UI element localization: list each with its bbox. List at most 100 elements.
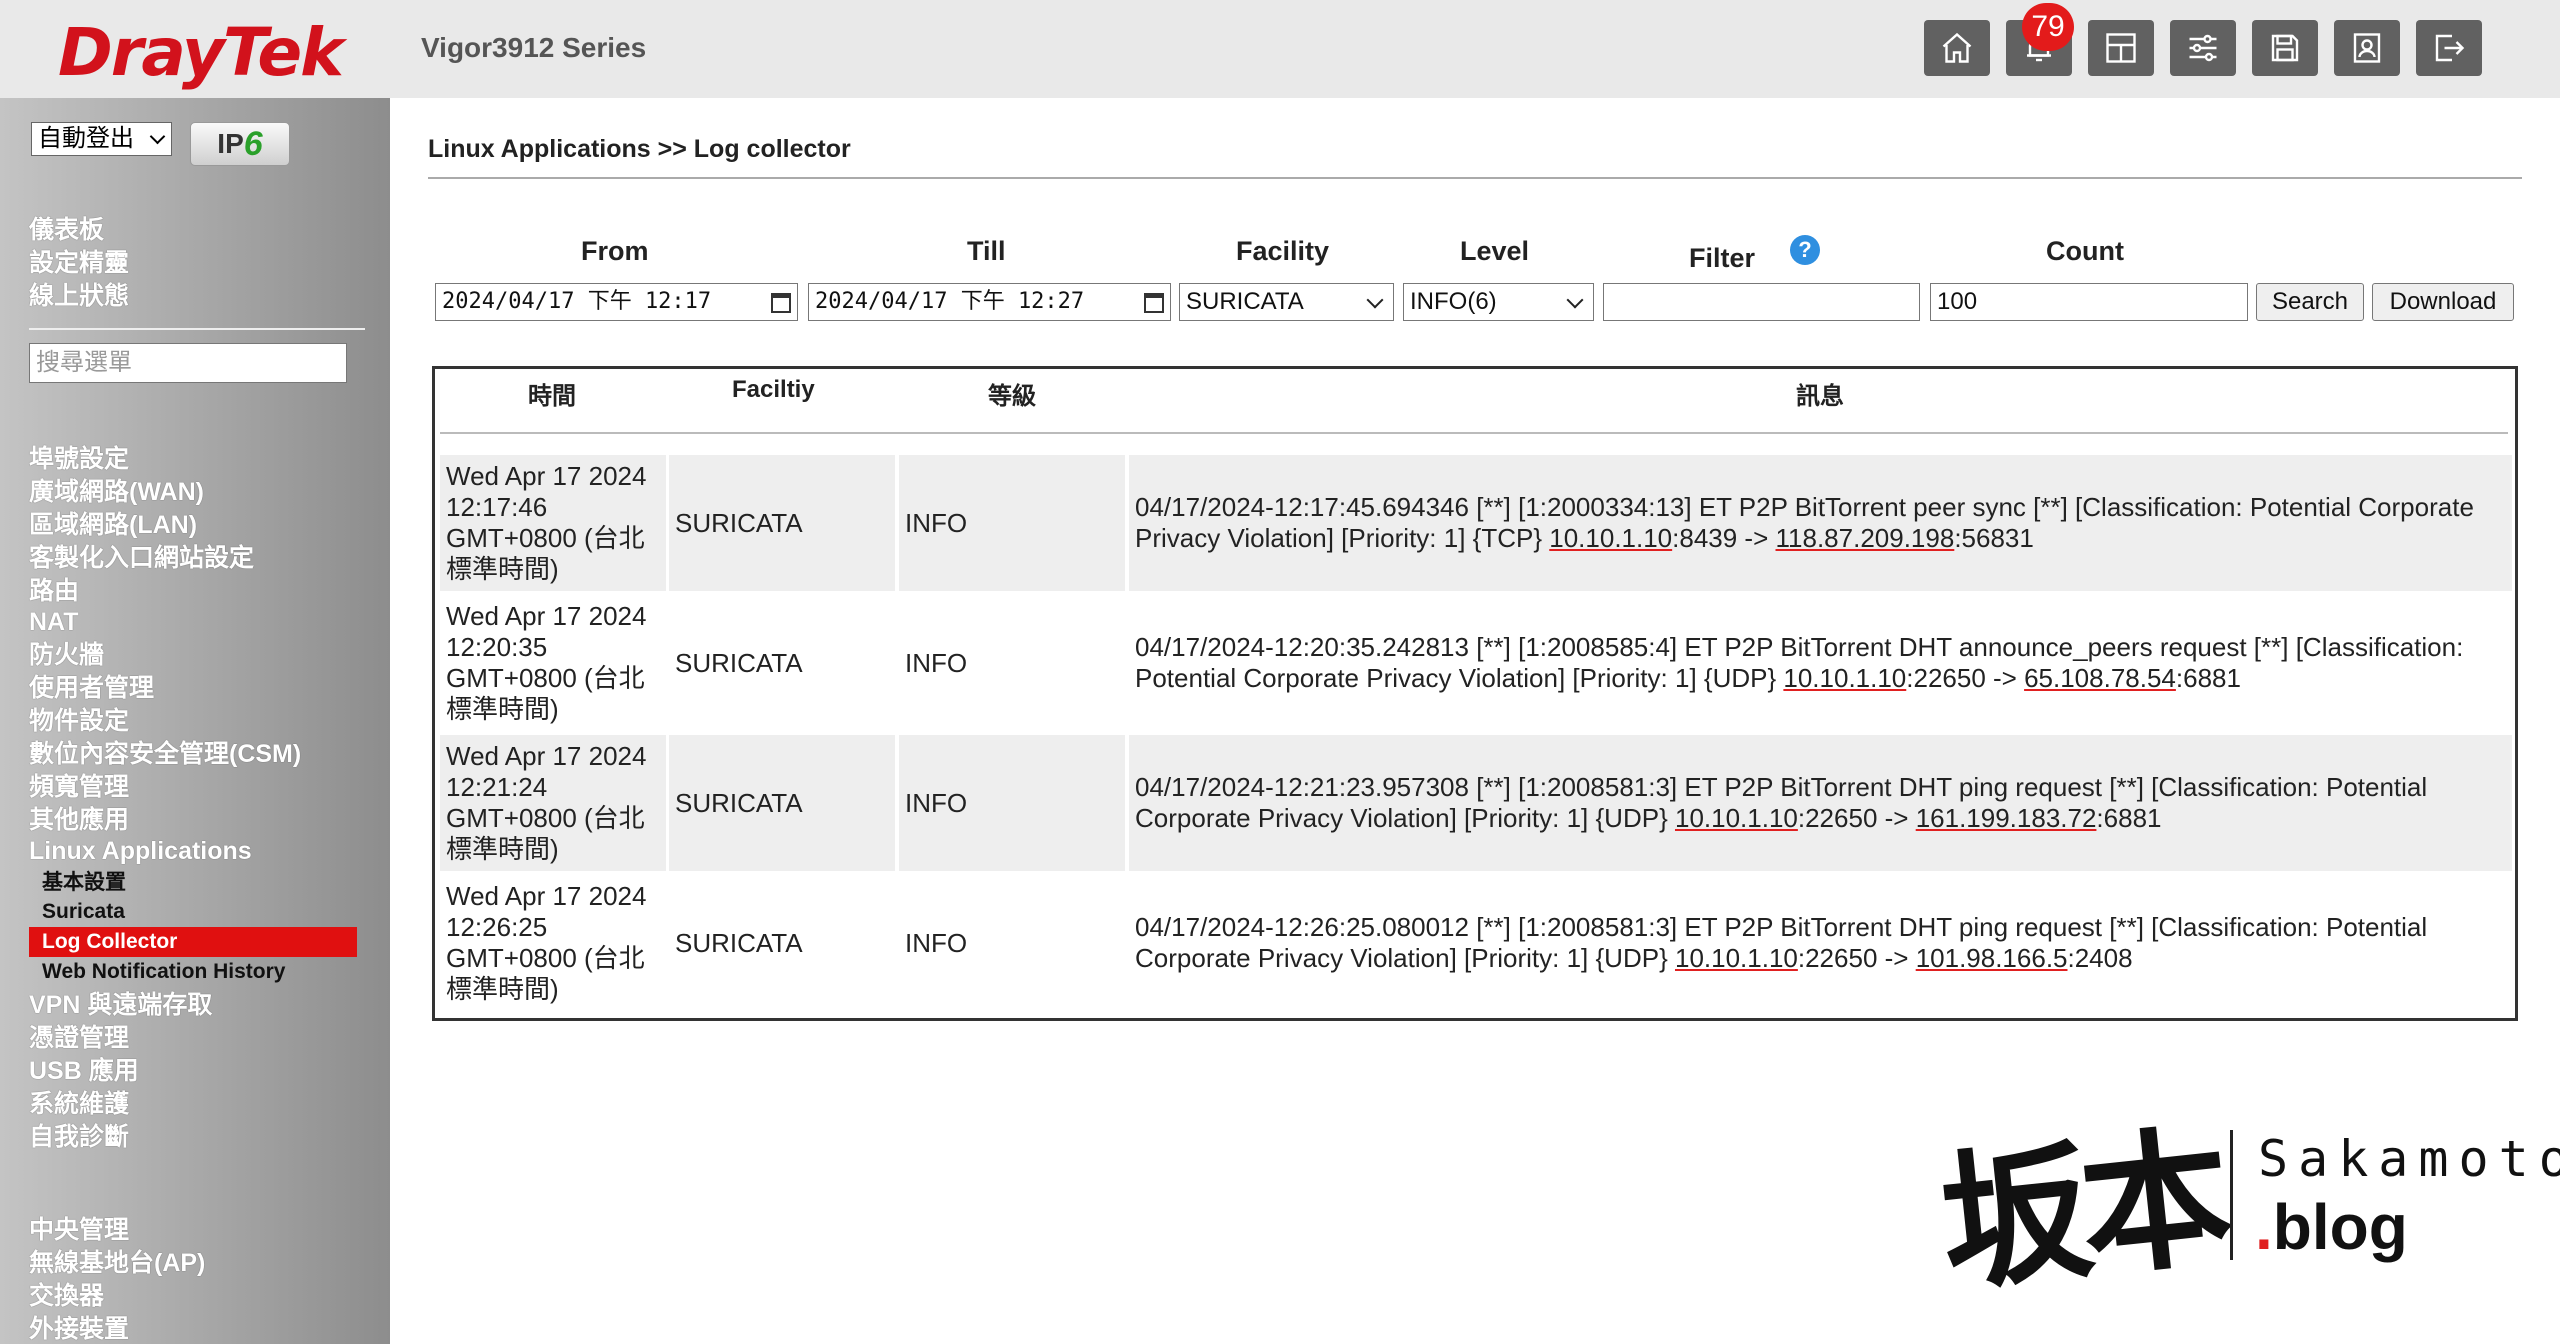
- table-cell-message: 04/17/2024-12:17:45.694346 [**] [1:20003…: [1129, 455, 2512, 591]
- time-text: Wed Apr 17 2024 12:17:46 GMT+0800 (台北 標準時間): [446, 461, 646, 585]
- destination-ip-link[interactable]: 101.98.166.5: [1916, 943, 2068, 973]
- table-cell-level: INFO: [899, 595, 1125, 731]
- save-icon: [2271, 34, 2299, 62]
- top-header: DrayTek Vigor3912 Series 79: [0, 0, 2560, 98]
- source-port: :8439 ->: [1672, 523, 1776, 553]
- filter-label: Filter: [1689, 243, 1756, 273]
- title-divider: [428, 177, 2522, 179]
- till-datetime-value: 2024/04/17 下午 12:27: [815, 289, 1085, 314]
- destination-port: :6881: [2096, 803, 2162, 833]
- table-cell-level: INFO: [899, 455, 1125, 591]
- calendar-icon[interactable]: [771, 293, 791, 313]
- sidebar-item-switch[interactable]: 交換器: [29, 1280, 104, 1313]
- table-header-divider: [440, 432, 2508, 434]
- time-text: Wed Apr 17 2024 12:20:35 GMT+0800 (台北 標準時間): [446, 601, 646, 725]
- watermark-dot: .: [2255, 1191, 2273, 1263]
- sidebar-item-ap[interactable]: 無線基地台(AP): [29, 1247, 205, 1280]
- sidebar-subitem-suricata[interactable]: Suricata: [42, 897, 125, 927]
- time-line: GMT+0800 (台北: [446, 663, 645, 693]
- source-ip-link[interactable]: 10.10.1.10: [1675, 803, 1798, 833]
- sidebar-item-diagnostics[interactable]: 自我診斷: [29, 1121, 129, 1154]
- ipv6-badge-prefix: IP: [217, 128, 244, 159]
- sidebar-subitem-log-collector[interactable]: Log Collector: [29, 927, 357, 957]
- time-line: 12:21:24: [446, 772, 548, 802]
- watermark-kanji: 坂本: [1932, 1108, 2230, 1314]
- sidebar-item-applications[interactable]: 其他應用: [29, 804, 129, 837]
- sidebar-item-wizard[interactable]: 設定精靈: [29, 247, 129, 280]
- home-button[interactable]: [1924, 20, 1990, 76]
- till-datetime-input[interactable]: 2024/04/17 下午 12:27: [808, 283, 1171, 321]
- sidebar-divider: [29, 328, 365, 330]
- calendar-icon[interactable]: [1144, 293, 1164, 313]
- sidebar-item-objects[interactable]: 物件設定: [29, 705, 129, 738]
- sidebar-item-user-management[interactable]: 使用者管理: [29, 672, 154, 705]
- time-line: 12:26:25: [446, 912, 548, 942]
- destination-ip-link[interactable]: 118.87.209.198: [1776, 523, 1955, 553]
- sidebar-item-csm[interactable]: 數位內容安全管理(CSM): [29, 738, 301, 771]
- ipv6-badge-suffix: 6: [243, 124, 263, 163]
- column-header-level: 等級: [988, 383, 1036, 410]
- sidebar-item-portal[interactable]: 客製化入口網站設定: [29, 542, 254, 575]
- help-icon[interactable]: ?: [1790, 235, 1820, 265]
- ipv6-badge[interactable]: IP 6: [190, 122, 290, 166]
- from-datetime-input[interactable]: 2024/04/17 下午 12:17: [435, 283, 798, 321]
- table-cell-facility: SURICATA: [669, 735, 895, 871]
- time-line: GMT+0800 (台北: [446, 523, 645, 553]
- count-input[interactable]: 100: [1930, 283, 2248, 321]
- time-line: GMT+0800 (台北: [446, 943, 645, 973]
- time-text: Wed Apr 17 2024 12:21:24 GMT+0800 (台北 標準時間): [446, 741, 646, 865]
- filter-input[interactable]: [1603, 283, 1920, 321]
- sidebar-item-vpn[interactable]: VPN 與遠端存取: [29, 989, 212, 1022]
- sidebar-item-usb[interactable]: USB 應用: [29, 1055, 139, 1088]
- time-line: 標準時間): [446, 694, 559, 724]
- sidebar-item-nat[interactable]: NAT: [29, 606, 79, 639]
- facility-select[interactable]: SURICATA: [1179, 283, 1394, 321]
- destination-port: :56831: [1954, 523, 2034, 553]
- sidebar-subitem-basic-settings[interactable]: 基本設置: [42, 868, 126, 898]
- time-text: Wed Apr 17 2024 12:26:25 GMT+0800 (台北 標準時間): [446, 881, 646, 1005]
- sidebar-item-firewall[interactable]: 防火牆: [29, 639, 104, 672]
- source-ip-link[interactable]: 10.10.1.10: [1675, 943, 1798, 973]
- level-selected-value: INFO(6): [1410, 288, 1497, 315]
- sidebar-item-certificates[interactable]: 憑證管理: [29, 1022, 129, 1055]
- source-ip-link[interactable]: 10.10.1.10: [1549, 523, 1672, 553]
- source-ip-link[interactable]: 10.10.1.10: [1783, 663, 1906, 693]
- download-button[interactable]: Download: [2372, 283, 2514, 321]
- time-line: GMT+0800 (台北: [446, 803, 645, 833]
- facility-selected-value: SURICATA: [1186, 288, 1304, 315]
- auto-logout-select[interactable]: 自動登出: [31, 122, 172, 156]
- sidebar-item-external-devices[interactable]: 外接裝置: [29, 1313, 129, 1344]
- column-header-facility: Faciltiy: [732, 376, 815, 403]
- menu-search-input[interactable]: 搜尋選單: [29, 343, 347, 383]
- destination-ip-link[interactable]: 161.199.183.72: [1916, 803, 2097, 833]
- sidebar-subitem-web-notification-history[interactable]: Web Notification History: [42, 957, 285, 987]
- sidebar-item-routing[interactable]: 路由: [29, 575, 79, 608]
- sidebar-item-maintenance[interactable]: 系統維護: [29, 1088, 129, 1121]
- sliders-icon: [2189, 34, 2217, 62]
- sidebar-item-dashboard[interactable]: 儀表板: [29, 214, 104, 247]
- notification-count-badge[interactable]: 79: [2022, 3, 2074, 51]
- logout-button[interactable]: [2416, 20, 2482, 76]
- sidebar-item-wan[interactable]: 廣域網路(WAN): [29, 476, 204, 509]
- sidebar-item-linux-applications[interactable]: Linux Applications: [29, 835, 252, 868]
- sidebar-item-bandwidth[interactable]: 頻寬管理: [29, 771, 129, 804]
- time-line: Wed Apr 17 2024: [446, 601, 647, 631]
- message-text: 04/17/2024-12:20:35.242813 [**] [1:20085…: [1135, 632, 2512, 694]
- destination-ip-link[interactable]: 65.108.78.54: [2024, 663, 2176, 693]
- sidebar-item-online-status[interactable]: 線上狀態: [29, 280, 129, 313]
- destination-port: :2408: [2067, 943, 2133, 973]
- sidebar-item-central-management[interactable]: 中央管理: [29, 1214, 129, 1247]
- settings-sliders-button[interactable]: [2170, 20, 2236, 76]
- draytek-logo[interactable]: DrayTek: [58, 14, 344, 91]
- time-line: 標準時間): [446, 834, 559, 864]
- time-line: 標準時間): [446, 974, 559, 1004]
- dashboard-layout-button[interactable]: [2088, 20, 2154, 76]
- level-select[interactable]: INFO(6): [1403, 283, 1594, 321]
- save-config-button[interactable]: [2252, 20, 2318, 76]
- profile-button[interactable]: [2334, 20, 2400, 76]
- sidebar-item-lan[interactable]: 區域網路(LAN): [29, 509, 197, 542]
- time-line: 12:17:46: [446, 492, 548, 522]
- search-button[interactable]: Search: [2256, 283, 2364, 321]
- model-name: Vigor3912 Series: [421, 32, 647, 63]
- sidebar-item-ports[interactable]: 埠號設定: [29, 443, 129, 476]
